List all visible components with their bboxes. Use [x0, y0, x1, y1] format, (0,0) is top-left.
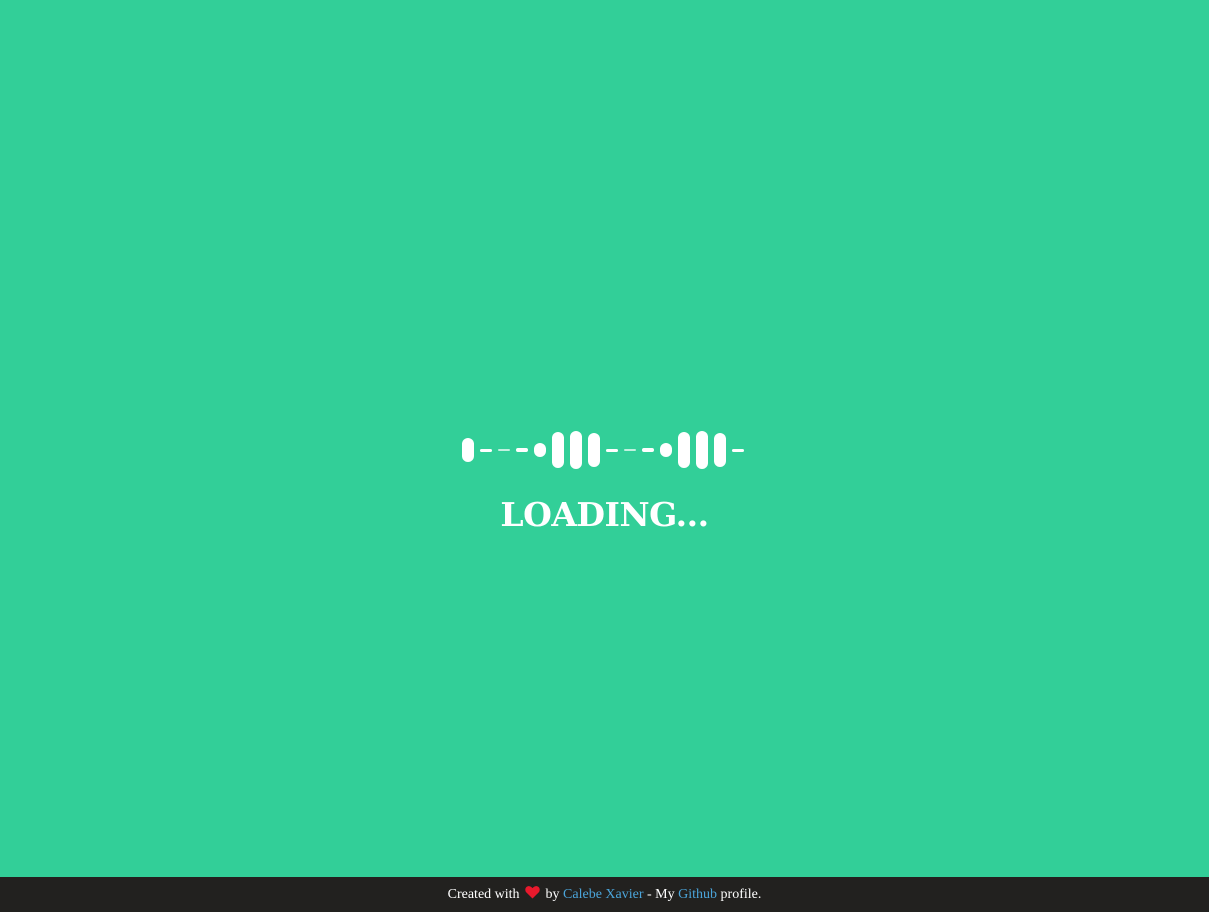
- footer-created-with: Created with: [447, 887, 520, 902]
- loading-bar: [732, 448, 744, 452]
- footer-profile: profile.: [720, 887, 762, 902]
- github-link[interactable]: Github: [678, 887, 717, 902]
- loading-bar: [552, 432, 564, 468]
- loading-bar: [678, 432, 690, 468]
- heart-icon: [525, 886, 540, 899]
- footer-my: - My: [647, 887, 675, 902]
- loading-screen: LOADING...: [0, 0, 1209, 877]
- loading-bar: [606, 448, 618, 452]
- loading-bar: [714, 433, 726, 467]
- footer: Created with by Calebe Xavier - My Githu…: [0, 877, 1209, 912]
- loading-bar: [570, 431, 582, 469]
- loading-bar: [498, 449, 510, 451]
- loading-bar: [462, 438, 474, 462]
- loading-bar: [516, 448, 528, 452]
- author-link[interactable]: Calebe Xavier: [563, 887, 643, 902]
- loading-bars: [462, 428, 748, 472]
- loading-bar: [624, 449, 636, 451]
- loading-label: LOADING...: [500, 495, 709, 534]
- loading-bar: [534, 443, 546, 457]
- loading-bar: [642, 448, 654, 452]
- loading-bar: [660, 443, 672, 457]
- loading-bar: [696, 431, 708, 469]
- loading-bar: [588, 433, 600, 467]
- footer-by: by: [545, 887, 560, 902]
- loading-bar: [480, 448, 492, 452]
